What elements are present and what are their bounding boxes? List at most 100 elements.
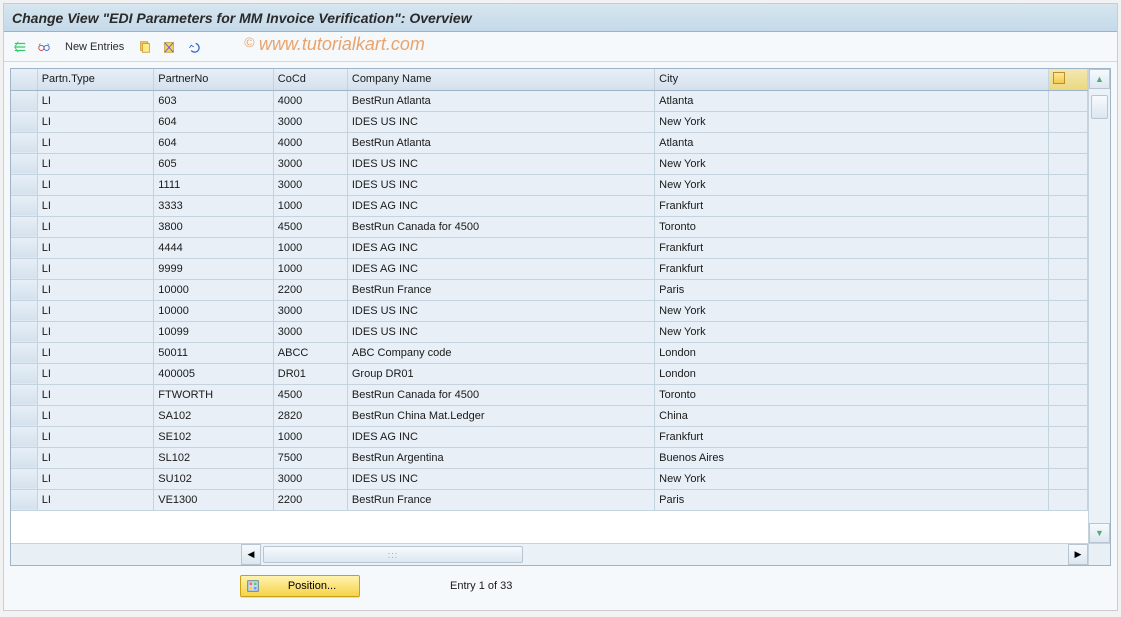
table-row[interactable]: LI400005DR01Group DR01London (11, 363, 1088, 384)
cell-partn-type[interactable]: LI (37, 489, 154, 510)
table-row[interactable]: LISA1022820BestRun China Mat.LedgerChina (11, 405, 1088, 426)
cell-company-name[interactable]: Group DR01 (347, 363, 654, 384)
cell-partner-no[interactable]: 604 (154, 132, 274, 153)
table-row[interactable]: LI6034000BestRun AtlantaAtlanta (11, 90, 1088, 111)
cell-partn-type[interactable]: LI (37, 405, 154, 426)
cell-cocd[interactable]: 3000 (273, 321, 347, 342)
cell-partn-type[interactable]: LI (37, 195, 154, 216)
cell-partn-type[interactable]: LI (37, 174, 154, 195)
cell-partner-no[interactable]: VE1300 (154, 489, 274, 510)
row-selector[interactable] (11, 321, 37, 342)
cell-partn-type[interactable]: LI (37, 132, 154, 153)
cell-partn-type[interactable]: LI (37, 426, 154, 447)
cell-company-name[interactable]: BestRun Atlanta (347, 132, 654, 153)
cell-company-name[interactable]: BestRun Argentina (347, 447, 654, 468)
cell-city[interactable]: Atlanta (655, 132, 1048, 153)
cell-company-name[interactable]: BestRun Canada for 4500 (347, 216, 654, 237)
row-selector[interactable] (11, 153, 37, 174)
cell-partner-no[interactable]: 605 (154, 153, 274, 174)
table-row[interactable]: LI6043000IDES US INCNew York (11, 111, 1088, 132)
table-row[interactable]: LI50011ABCCABC Company codeLondon (11, 342, 1088, 363)
table-row[interactable]: LI11113000IDES US INCNew York (11, 174, 1088, 195)
cell-city[interactable]: Buenos Aires (655, 447, 1048, 468)
cell-partn-type[interactable]: LI (37, 237, 154, 258)
cell-cocd[interactable]: 2200 (273, 489, 347, 510)
column-config-button[interactable] (1048, 69, 1087, 90)
horizontal-scrollbar[interactable]: ◀ ::: ▶ (11, 543, 1088, 565)
cell-city[interactable]: Atlanta (655, 90, 1048, 111)
row-selector[interactable] (11, 384, 37, 405)
cell-city[interactable]: New York (655, 174, 1048, 195)
cell-partn-type[interactable]: LI (37, 111, 154, 132)
cell-city[interactable]: Toronto (655, 216, 1048, 237)
cell-partner-no[interactable]: 3333 (154, 195, 274, 216)
v-scroll-thumb[interactable] (1091, 95, 1108, 119)
scroll-down-button[interactable]: ▼ (1089, 523, 1110, 543)
cell-partner-no[interactable]: 604 (154, 111, 274, 132)
cell-cocd[interactable]: 4000 (273, 90, 347, 111)
delete-icon[interactable] (159, 37, 179, 57)
cell-city[interactable]: Frankfurt (655, 237, 1048, 258)
copy-icon[interactable] (135, 37, 155, 57)
cell-cocd[interactable]: 7500 (273, 447, 347, 468)
row-selector[interactable] (11, 279, 37, 300)
cell-cocd[interactable]: 2820 (273, 405, 347, 426)
cell-cocd[interactable]: 4000 (273, 132, 347, 153)
cell-company-name[interactable]: IDES US INC (347, 111, 654, 132)
cell-partner-no[interactable]: SU102 (154, 468, 274, 489)
cell-partn-type[interactable]: LI (37, 468, 154, 489)
cell-partner-no[interactable]: 400005 (154, 363, 274, 384)
vertical-scrollbar[interactable]: ▲ ▼ (1088, 69, 1110, 543)
cell-cocd[interactable]: 3000 (273, 300, 347, 321)
new-entries-button[interactable]: New Entries (58, 37, 131, 57)
table-row[interactable]: LIVE13002200BestRun FranceParis (11, 489, 1088, 510)
table-row[interactable]: LI33331000IDES AG INCFrankfurt (11, 195, 1088, 216)
row-selector[interactable] (11, 258, 37, 279)
table-row[interactable]: LISU1023000IDES US INCNew York (11, 468, 1088, 489)
cell-partner-no[interactable]: SL102 (154, 447, 274, 468)
col-company-name[interactable]: Company Name (347, 69, 654, 90)
cell-partner-no[interactable]: 3800 (154, 216, 274, 237)
table-row[interactable]: LI100002200BestRun FranceParis (11, 279, 1088, 300)
cell-partner-no[interactable]: 1111 (154, 174, 274, 195)
cell-partner-no[interactable]: SE102 (154, 426, 274, 447)
cell-partner-no[interactable]: 10099 (154, 321, 274, 342)
cell-city[interactable]: New York (655, 111, 1048, 132)
row-selector[interactable] (11, 300, 37, 321)
cell-city[interactable]: Frankfurt (655, 258, 1048, 279)
col-partn-type[interactable]: Partn.Type (37, 69, 154, 90)
row-selector[interactable] (11, 132, 37, 153)
col-partner-no[interactable]: PartnerNo (154, 69, 274, 90)
cell-company-name[interactable]: IDES AG INC (347, 237, 654, 258)
cell-partner-no[interactable]: FTWORTH (154, 384, 274, 405)
cell-cocd[interactable]: 3000 (273, 153, 347, 174)
cell-city[interactable]: Paris (655, 489, 1048, 510)
cell-partn-type[interactable]: LI (37, 321, 154, 342)
cell-cocd[interactable]: 4500 (273, 216, 347, 237)
cell-city[interactable]: London (655, 363, 1048, 384)
cell-company-name[interactable]: IDES US INC (347, 153, 654, 174)
table-row[interactable]: LISE1021000IDES AG INCFrankfurt (11, 426, 1088, 447)
table-row[interactable]: LISL1027500BestRun ArgentinaBuenos Aires (11, 447, 1088, 468)
cell-city[interactable]: Frankfurt (655, 426, 1048, 447)
cell-partn-type[interactable]: LI (37, 258, 154, 279)
cell-partn-type[interactable]: LI (37, 342, 154, 363)
expand-icon[interactable] (10, 37, 30, 57)
cell-partner-no[interactable]: 10000 (154, 279, 274, 300)
table-row[interactable]: LI6053000IDES US INCNew York (11, 153, 1088, 174)
row-selector[interactable] (11, 174, 37, 195)
table-row[interactable]: LI100993000IDES US INCNew York (11, 321, 1088, 342)
cell-city[interactable]: Paris (655, 279, 1048, 300)
cell-city[interactable]: London (655, 342, 1048, 363)
col-city[interactable]: City (655, 69, 1048, 90)
cell-partn-type[interactable]: LI (37, 90, 154, 111)
table-row[interactable]: LI100003000IDES US INCNew York (11, 300, 1088, 321)
row-selector[interactable] (11, 363, 37, 384)
cell-company-name[interactable]: IDES US INC (347, 300, 654, 321)
cell-company-name[interactable]: BestRun Canada for 4500 (347, 384, 654, 405)
col-cocd[interactable]: CoCd (273, 69, 347, 90)
cell-partner-no[interactable]: 603 (154, 90, 274, 111)
cell-partner-no[interactable]: 10000 (154, 300, 274, 321)
table-row[interactable]: LI38004500BestRun Canada for 4500Toronto (11, 216, 1088, 237)
cell-cocd[interactable]: 1000 (273, 258, 347, 279)
